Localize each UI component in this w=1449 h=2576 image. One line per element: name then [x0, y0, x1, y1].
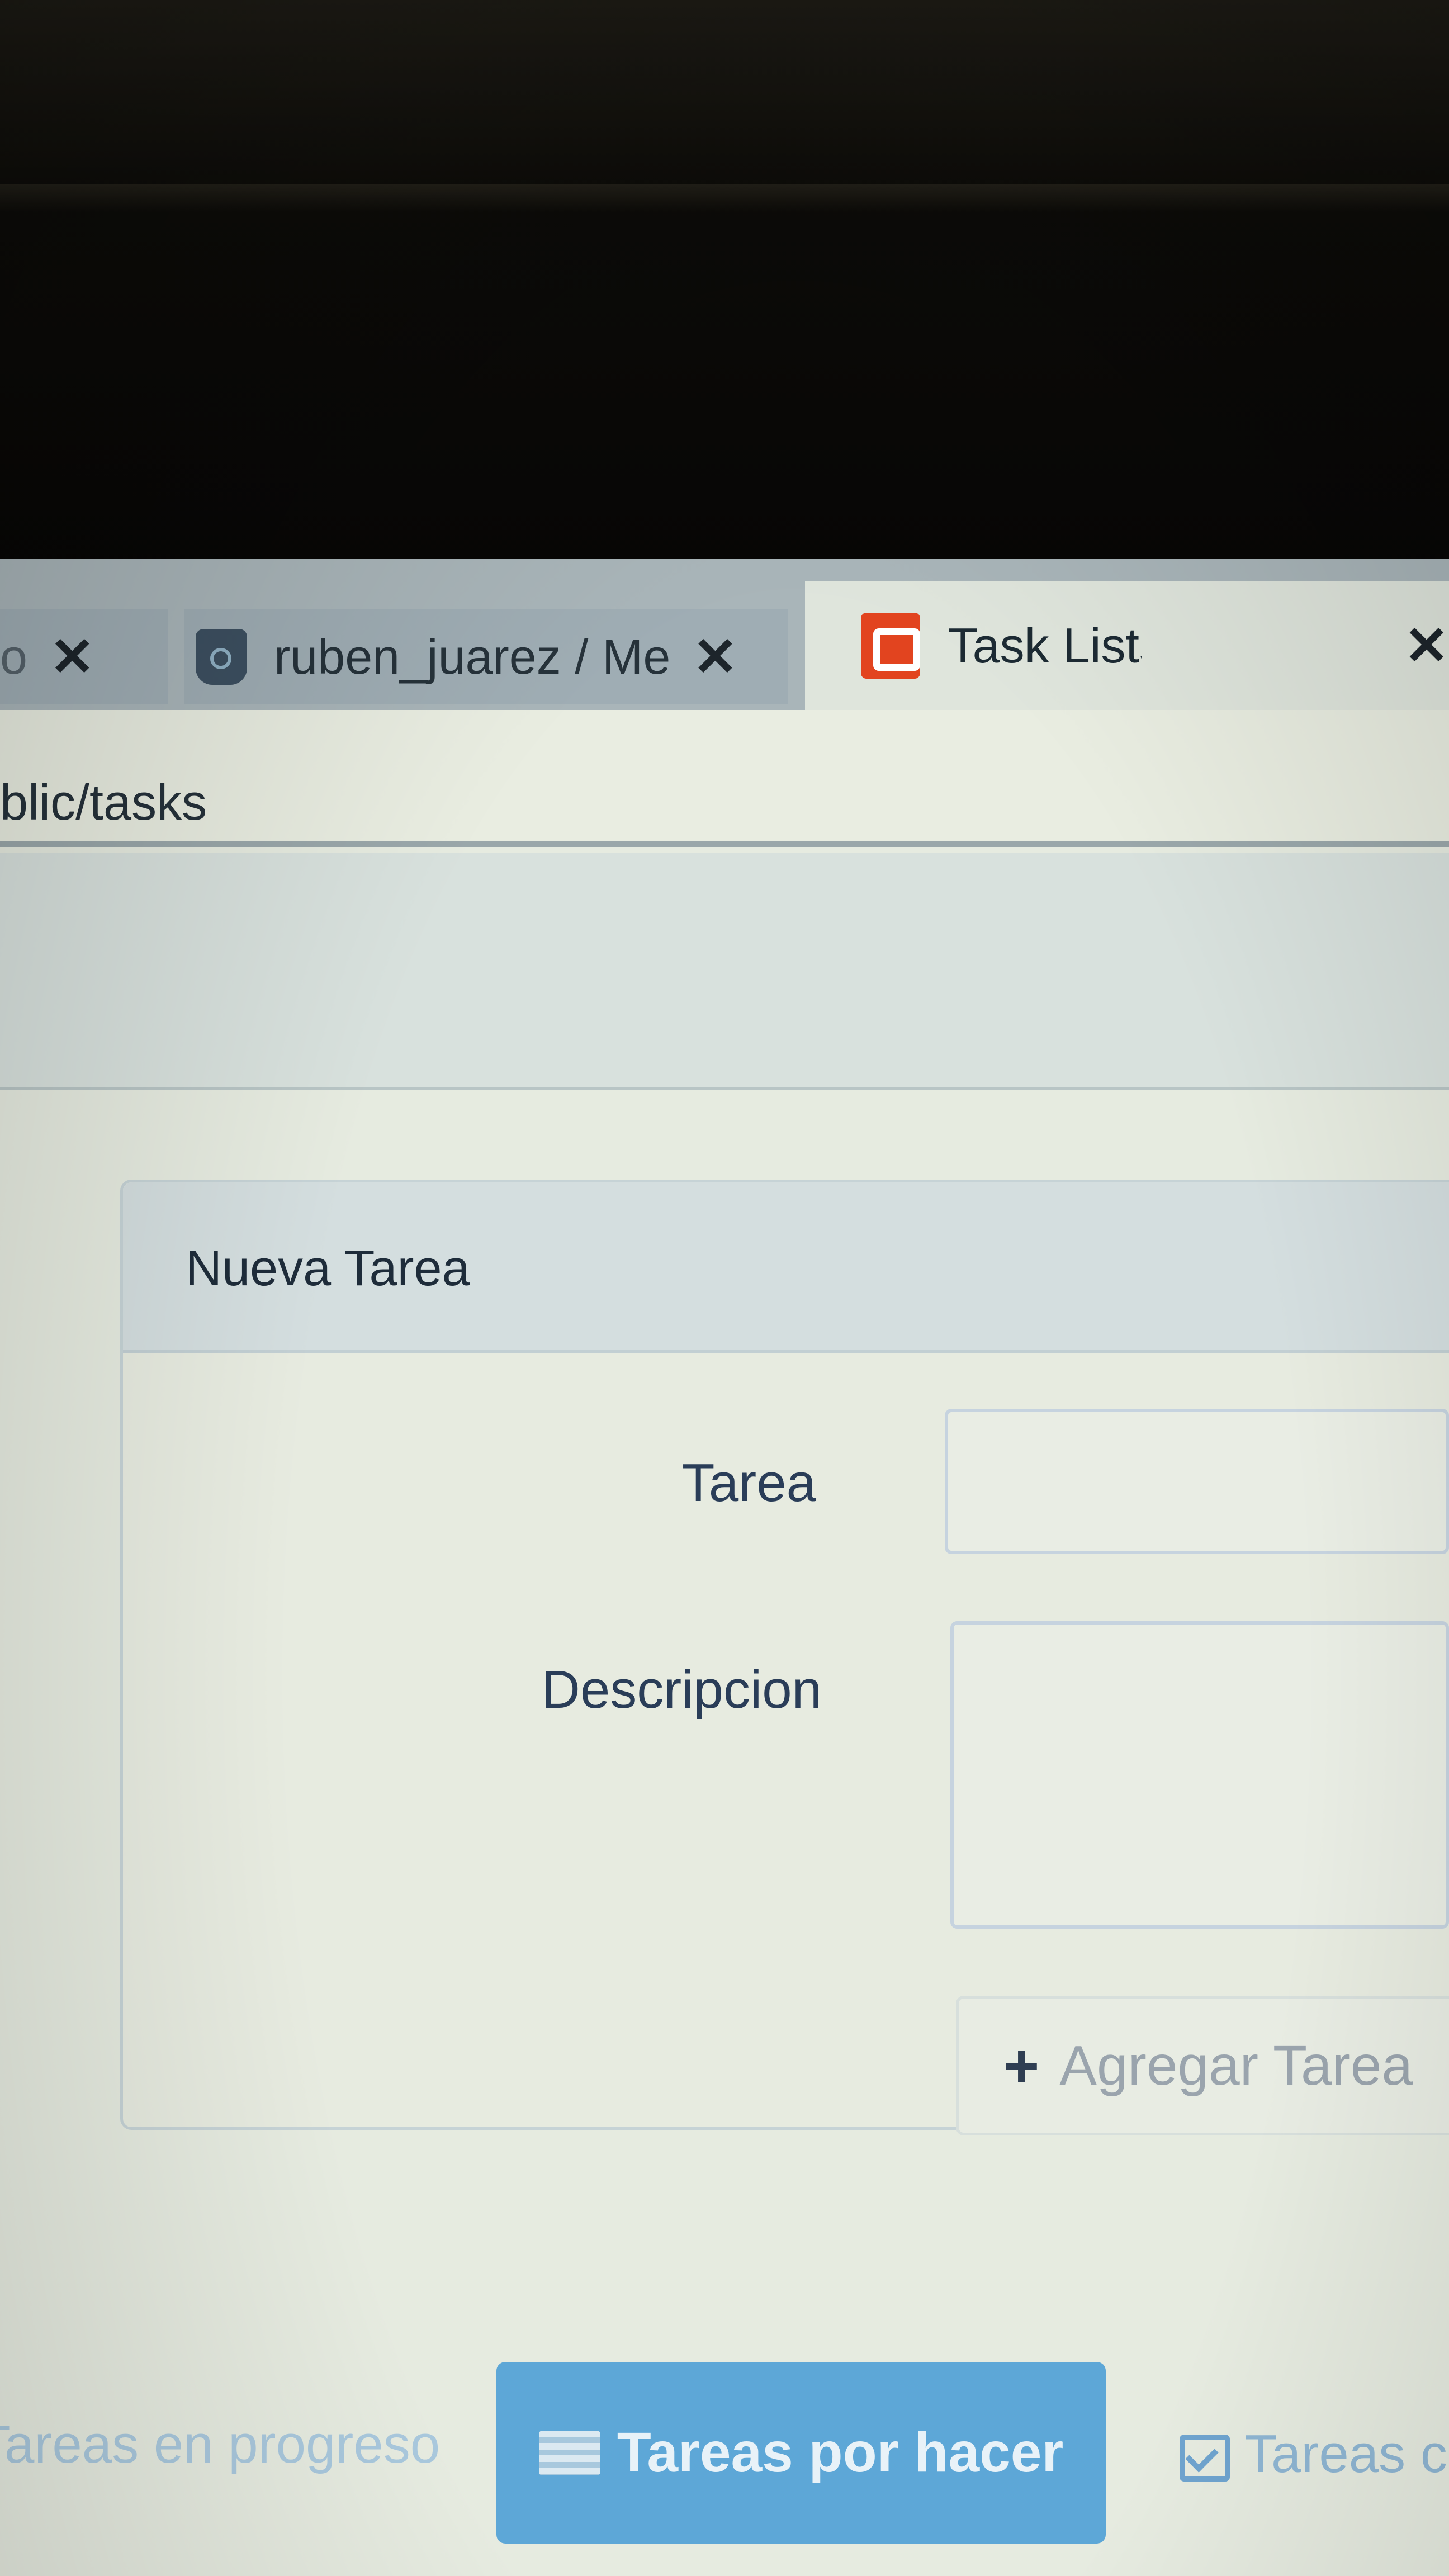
url-text[interactable]: blic/tasks [0, 774, 207, 832]
tab-title: o [0, 629, 27, 684]
checkbox-icon [1180, 2434, 1230, 2482]
monitor-bezel [0, 0, 1449, 570]
close-icon[interactable]: ✕ [693, 626, 737, 688]
list-icon [538, 2430, 600, 2475]
browser-tab-first[interactable]: o ✕ [0, 609, 168, 704]
description-textarea[interactable] [950, 1621, 1449, 1929]
task-input[interactable] [945, 1409, 1449, 1554]
xampp-icon [861, 613, 920, 679]
tab-title: Task Lists [948, 618, 1142, 673]
browser-tab-task-lists[interactable]: Task Lists ✕ [805, 581, 1449, 710]
task-label: Tarea [681, 1453, 816, 1513]
tab-tasks-completed-label: Tareas c [1244, 2424, 1447, 2484]
tab-tasks-in-progress[interactable]: Tareas en progreso [0, 2414, 440, 2475]
tab-tasks-completed[interactable]: Tareas c [1180, 2423, 1447, 2485]
browser-tab-ruben-juarez[interactable]: ruben_juarez / Me ✕ [184, 609, 788, 704]
tab-tasks-todo[interactable]: Tareas por hacer [496, 2362, 1106, 2544]
description-label: Descripcion [541, 1660, 822, 1720]
add-task-label: Agregar Tarea [1059, 2034, 1413, 2097]
add-task-button[interactable]: + Agregar Tarea [956, 1996, 1449, 2135]
plus-icon: + [1003, 2031, 1040, 2100]
tab-title: ruben_juarez / Me [274, 629, 671, 684]
bezel-shine [0, 184, 1449, 212]
tab-tasks-todo-label: Tareas por hacer [617, 2421, 1064, 2484]
database-icon [196, 629, 247, 685]
app-navbar [0, 853, 1449, 1090]
close-icon[interactable]: ✕ [1404, 614, 1449, 677]
panel-title: Nueva Tarea [186, 1240, 470, 1296]
close-icon[interactable]: ✕ [50, 626, 94, 688]
address-bar[interactable] [0, 710, 1449, 847]
